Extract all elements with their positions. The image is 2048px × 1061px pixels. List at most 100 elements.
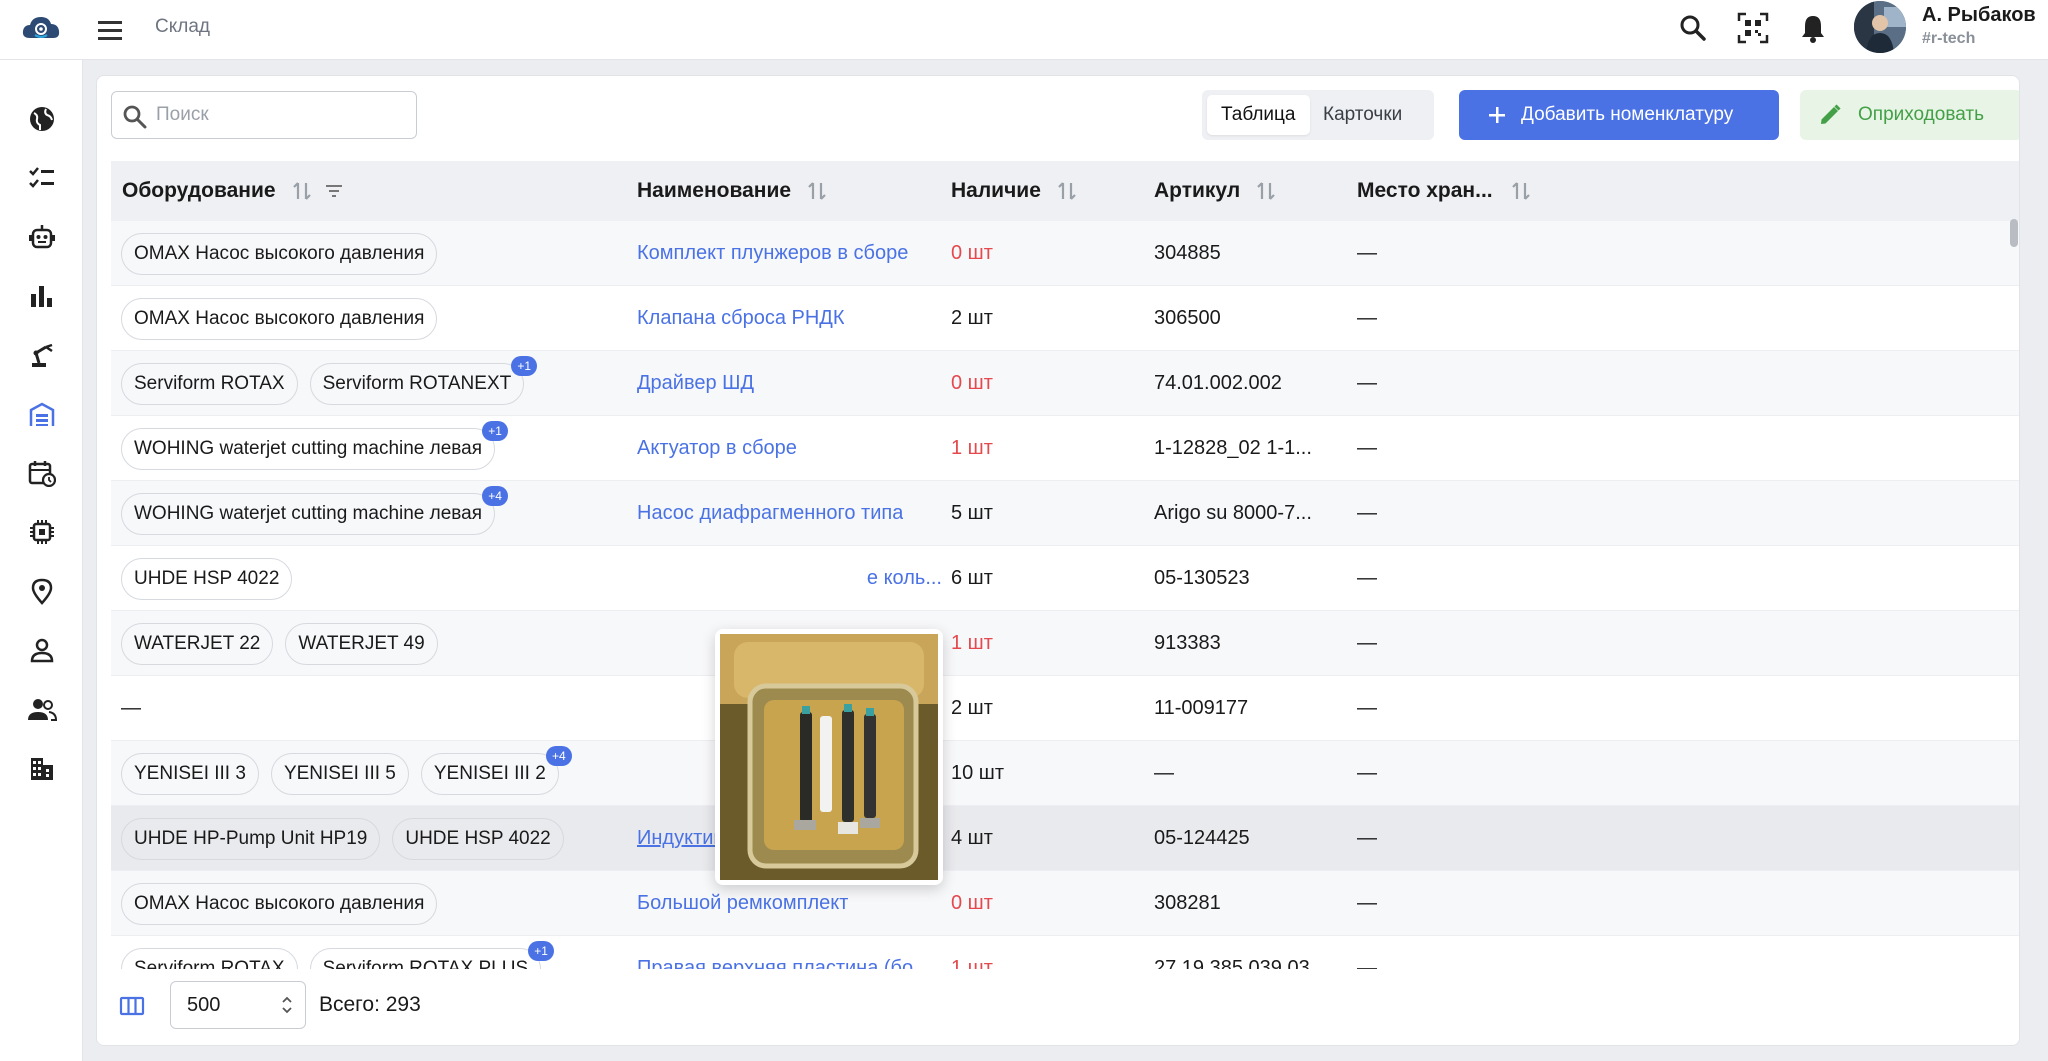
item-name-link[interactable]: Драйвер ШД bbox=[637, 351, 942, 416]
robot-icon[interactable] bbox=[26, 221, 58, 253]
table-row[interactable]: OMAX Насос высокого давления Клапана сбро… bbox=[111, 286, 2019, 351]
equipment-chip[interactable]: UHDE HP-Pump Unit HP19 bbox=[121, 817, 381, 860]
equipment-chip[interactable]: UHDE HSP 4022 bbox=[121, 557, 293, 600]
vertical-scrollbar[interactable] bbox=[2010, 219, 2018, 247]
more-count-badge[interactable]: +1 bbox=[482, 420, 509, 441]
search-icon bbox=[123, 105, 147, 129]
more-count-badge[interactable]: +4 bbox=[545, 745, 572, 766]
add-nomenclature-button[interactable]: Добавить номенклатуру bbox=[1459, 90, 1779, 140]
search-input[interactable] bbox=[156, 100, 406, 130]
equipment-chip[interactable]: WOHING waterjet cutting machine левая +4 bbox=[121, 485, 509, 535]
sort-icon[interactable] bbox=[1057, 179, 1077, 203]
columns-icon[interactable] bbox=[119, 995, 145, 1017]
item-name-link[interactable]: Насос диафрагменного типа bbox=[637, 481, 942, 546]
page-title: Склад bbox=[155, 16, 210, 37]
table-row[interactable]: Serviform ROTAX Serviform ROTAX PLUS +1 Пра… bbox=[111, 936, 2019, 969]
more-count-badge[interactable]: +4 bbox=[482, 485, 509, 506]
sort-icon[interactable] bbox=[807, 179, 827, 203]
column-header-stock[interactable]: Наличие bbox=[951, 161, 1077, 221]
cloud-logo-icon[interactable] bbox=[20, 10, 64, 44]
sort-icon[interactable] bbox=[1511, 179, 1531, 203]
article-text: — bbox=[1154, 762, 1174, 784]
menu-icon[interactable] bbox=[94, 14, 126, 46]
equipment-cell: OMAX Насос высокого давления bbox=[121, 286, 626, 351]
column-label: Место хран... bbox=[1357, 179, 1493, 202]
person-icon[interactable] bbox=[26, 634, 58, 666]
article-value: — bbox=[1154, 741, 1344, 806]
column-header-article[interactable]: Артикул bbox=[1154, 161, 1276, 221]
avatar[interactable] bbox=[1854, 1, 1906, 53]
checklist-icon[interactable] bbox=[26, 162, 58, 194]
stock-value: 1 шт bbox=[951, 632, 993, 654]
robot-arm-icon[interactable] bbox=[26, 339, 58, 371]
chip-icon[interactable] bbox=[26, 516, 58, 548]
item-name-link[interactable]: е коль... bbox=[637, 546, 942, 611]
equipment-chip[interactable]: Serviform ROTAX PLUS +1 bbox=[309, 940, 555, 969]
calendar-clock-icon[interactable] bbox=[26, 457, 58, 489]
people-icon[interactable] bbox=[26, 693, 58, 725]
equipment-chip[interactable]: OMAX Насос высокого давления bbox=[121, 232, 438, 275]
sort-icon[interactable] bbox=[1256, 179, 1276, 203]
view-toggle: Таблица Карточки bbox=[1202, 90, 1434, 140]
search-icon[interactable] bbox=[1675, 10, 1711, 46]
table-row[interactable]: Serviform ROTAX Serviform ROTANEXT +1 Драйв… bbox=[111, 351, 2019, 416]
equipment-chip[interactable]: Serviform ROTAX bbox=[121, 947, 298, 969]
building-icon[interactable] bbox=[26, 752, 58, 784]
filter-icon[interactable] bbox=[324, 181, 344, 201]
equipment-chip[interactable]: WOHING waterjet cutting machine левая +1 bbox=[121, 420, 509, 470]
equipment-chip[interactable]: UHDE HSP 4022 bbox=[392, 817, 564, 860]
equipment-chip[interactable]: Serviform ROTANEXT +1 bbox=[309, 355, 538, 405]
globe-icon[interactable] bbox=[26, 103, 58, 135]
bell-icon[interactable] bbox=[1795, 10, 1831, 46]
equipment-chip[interactable]: WATERJET 22 bbox=[121, 622, 274, 665]
tab-cards-view[interactable]: Карточки bbox=[1309, 95, 1416, 135]
warehouse-icon[interactable] bbox=[26, 398, 58, 430]
table-row[interactable]: WOHING waterjet cutting machine левая +1 А… bbox=[111, 416, 2019, 481]
equipment-chip[interactable]: YENISEI III 5 bbox=[270, 752, 409, 795]
receive-button[interactable]: Оприходовать bbox=[1800, 90, 2019, 140]
table-row[interactable]: OMAX Насос высокого давления Комплект плу… bbox=[111, 221, 2019, 286]
table-row[interactable]: —ра2 шт11-009177— bbox=[111, 676, 2019, 741]
table-row[interactable]: OMAX Насос высокого давления Большой ремк… bbox=[111, 871, 2019, 936]
tab-table-view[interactable]: Таблица bbox=[1207, 95, 1310, 135]
table-row[interactable]: UHDE HSP 4022 е коль... 6 шт 05-130523 — bbox=[111, 546, 2019, 611]
column-label: Наличие bbox=[951, 179, 1041, 202]
more-count-badge[interactable]: +1 bbox=[511, 355, 538, 376]
column-label: Артикул bbox=[1154, 179, 1241, 202]
page-size-select[interactable]: 500 bbox=[170, 981, 306, 1029]
column-header-name[interactable]: Наименование bbox=[637, 161, 827, 221]
table-row[interactable]: YENISEI III 3 YENISEI III 5 YENISEI III 2 +… bbox=[111, 741, 2019, 806]
item-name-link[interactable]: Правая верхняя пластина (бо... bbox=[637, 936, 942, 969]
qr-scan-icon[interactable] bbox=[1735, 10, 1771, 46]
equipment-chip[interactable]: WATERJET 49 bbox=[285, 622, 438, 665]
equipment-chip[interactable]: OMAX Насос высокого давления bbox=[121, 297, 438, 340]
search-field[interactable] bbox=[111, 91, 417, 139]
sort-icon[interactable] bbox=[292, 179, 312, 203]
item-name-link[interactable]: Комплект плунжеров в сборе bbox=[637, 221, 942, 286]
article-value: 11-009177 bbox=[1154, 676, 1344, 741]
table-row[interactable]: WOHING waterjet cutting machine левая +4 Н… bbox=[111, 481, 2019, 546]
item-name-link[interactable]: Актуатор в сборе bbox=[637, 416, 942, 481]
item-name-link[interactable]: Клапана сброса РНДК bbox=[637, 286, 942, 351]
stock-value: 10 шт bbox=[951, 762, 1005, 784]
equipment-chip[interactable]: OMAX Насос высокого давления bbox=[121, 882, 438, 925]
article-value: 05-130523 bbox=[1154, 546, 1344, 611]
storage-place-value: — bbox=[1357, 307, 1377, 329]
equipment-chip[interactable]: YENISEI III 2 +4 bbox=[420, 745, 572, 795]
equipment-chip-label: YENISEI III 2 bbox=[433, 762, 546, 784]
top-bar: Склад А. Рыбаков #r-tech bbox=[0, 0, 2048, 60]
stock-value: 0 шт bbox=[951, 242, 993, 264]
storage-place-value: — bbox=[1357, 892, 1377, 914]
more-count-badge[interactable]: +1 bbox=[528, 940, 555, 961]
table-row[interactable]: WATERJET 22 WATERJET 49 1 шт 913383 — bbox=[111, 611, 2019, 676]
article-text: 11-009177 bbox=[1154, 697, 1249, 719]
bar-chart-icon[interactable] bbox=[26, 280, 58, 312]
table-row[interactable]: UHDE HP-Pump Unit HP19 UHDE HSP 4022 Индук… bbox=[111, 806, 2019, 871]
column-header-place[interactable]: Место хран... bbox=[1357, 161, 1531, 221]
user-name[interactable]: А. Рыбаков bbox=[1922, 4, 2036, 27]
storage-place-value: — bbox=[1357, 827, 1377, 849]
equipment-chip[interactable]: Serviform ROTAX bbox=[121, 362, 298, 405]
column-header-equipment[interactable]: Оборудование bbox=[122, 161, 344, 221]
location-pin-icon[interactable] bbox=[26, 575, 58, 607]
equipment-chip[interactable]: YENISEI III 3 bbox=[121, 752, 259, 795]
